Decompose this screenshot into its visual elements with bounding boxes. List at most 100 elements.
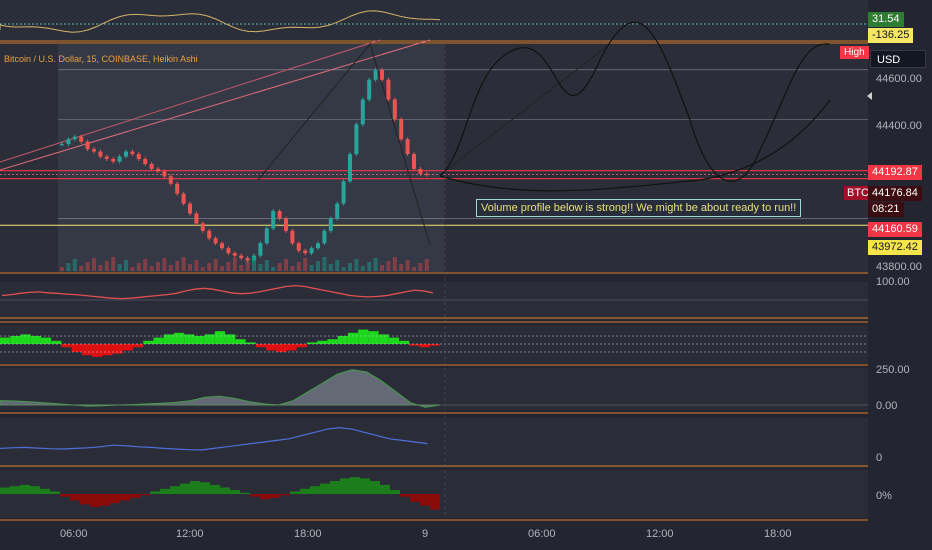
histogram-bar bbox=[286, 344, 297, 351]
candle-body bbox=[79, 136, 84, 142]
histogram-bar bbox=[235, 339, 246, 344]
histogram-2-bar bbox=[310, 486, 320, 494]
candle-body bbox=[303, 250, 308, 254]
volume-bar bbox=[60, 267, 64, 271]
histogram-2-bar bbox=[10, 486, 20, 494]
histogram-2-bar bbox=[20, 484, 30, 494]
axis-label: 0.00 bbox=[876, 400, 898, 412]
candle-body bbox=[136, 154, 141, 159]
volume-bar bbox=[111, 257, 116, 271]
candle-body bbox=[316, 243, 320, 249]
candle-body bbox=[322, 230, 327, 244]
volume-bar bbox=[412, 267, 416, 271]
collapse-arrow-icon[interactable] bbox=[867, 92, 872, 100]
time-label: 18:00 bbox=[294, 528, 322, 540]
volume-bar bbox=[245, 261, 250, 271]
histogram-bar bbox=[368, 331, 379, 344]
candle-body bbox=[360, 99, 365, 125]
candle-body bbox=[98, 151, 103, 157]
candle-body bbox=[92, 149, 96, 152]
histogram-bar bbox=[296, 344, 307, 348]
volume-bar bbox=[316, 261, 320, 271]
currency-button[interactable]: USD bbox=[870, 50, 926, 68]
momentum-panel bbox=[0, 368, 868, 410]
volume-bar bbox=[175, 261, 180, 271]
candle-body bbox=[309, 248, 314, 254]
candle-body bbox=[207, 230, 212, 239]
volume-bar bbox=[252, 257, 256, 271]
candle-body bbox=[156, 168, 160, 172]
price-label: -136.25 bbox=[868, 28, 914, 43]
candle-body bbox=[162, 171, 167, 177]
candle-body bbox=[130, 151, 135, 155]
candle-body bbox=[149, 163, 154, 169]
histogram-bar bbox=[102, 344, 113, 356]
histogram-bar bbox=[245, 342, 256, 344]
candle-body bbox=[117, 156, 122, 162]
candle-body bbox=[424, 173, 429, 175]
candle-body bbox=[175, 183, 180, 194]
volume-bar bbox=[424, 259, 429, 271]
candle-body bbox=[124, 151, 128, 157]
candle-body bbox=[168, 176, 173, 184]
candle-body bbox=[104, 156, 109, 159]
histogram-bar bbox=[40, 337, 52, 344]
volume-bar bbox=[360, 266, 365, 271]
price-label: 31.54 bbox=[868, 12, 904, 27]
candle-body bbox=[200, 223, 205, 231]
candle-body bbox=[380, 69, 384, 80]
chart-canvas[interactable] bbox=[0, 0, 932, 550]
histogram-bar bbox=[399, 340, 410, 344]
histogram-2-bar bbox=[260, 494, 270, 500]
volume-bar bbox=[354, 259, 359, 271]
candle-body bbox=[341, 181, 346, 204]
histogram-bar bbox=[317, 340, 328, 344]
price-label: 44160.59 bbox=[868, 222, 922, 237]
histogram-bar bbox=[337, 336, 348, 344]
volume-bar bbox=[207, 263, 212, 271]
histogram-2-bar bbox=[160, 488, 170, 494]
annotation-note[interactable]: Volume profile below is strong!! We migh… bbox=[476, 199, 802, 217]
histogram-2-bar bbox=[370, 481, 380, 494]
histogram-2-bar bbox=[80, 494, 90, 505]
volume-bar bbox=[104, 261, 109, 271]
volume-bar bbox=[181, 257, 186, 271]
focus-region bbox=[58, 44, 444, 272]
histogram-2-bar bbox=[330, 481, 340, 494]
candle-body bbox=[220, 243, 224, 249]
candle-body bbox=[354, 124, 359, 155]
volume-bar bbox=[399, 264, 404, 271]
histogram-2-bar bbox=[390, 490, 400, 494]
volume-bar bbox=[264, 260, 269, 271]
volume-bar bbox=[277, 263, 282, 271]
candle-body bbox=[232, 253, 237, 256]
histogram-bar bbox=[30, 336, 41, 344]
candle-body bbox=[335, 203, 340, 219]
histogram-2-bar bbox=[170, 486, 180, 494]
histogram-2-bar bbox=[410, 494, 420, 502]
volume-bar bbox=[232, 258, 237, 271]
histogram-2-bar bbox=[430, 494, 440, 510]
candle-body bbox=[143, 159, 148, 164]
histogram-bar bbox=[51, 340, 62, 344]
volume-bar bbox=[136, 263, 141, 271]
histogram-2-bar bbox=[270, 494, 280, 498]
volume-bar bbox=[309, 265, 314, 271]
volume-bar bbox=[194, 260, 199, 271]
volume-bar bbox=[380, 265, 384, 271]
histogram-bar bbox=[358, 329, 369, 344]
axis-label: 250.00 bbox=[876, 364, 910, 376]
histogram-bar bbox=[61, 344, 72, 348]
volume-bar bbox=[239, 265, 244, 271]
histogram-bar bbox=[10, 336, 21, 344]
time-label: 12:00 bbox=[646, 528, 674, 540]
time-label: 18:00 bbox=[764, 528, 792, 540]
volume-bar bbox=[271, 267, 276, 271]
candle-body bbox=[111, 159, 116, 162]
volume-bar bbox=[168, 265, 173, 271]
chart-stage: Bitcoin / U.S. Dollar, 15, COINBASE, Hei… bbox=[0, 0, 932, 550]
histogram-bar bbox=[0, 337, 11, 344]
histogram-bar bbox=[122, 344, 134, 351]
histogram-bar bbox=[153, 337, 164, 344]
top-panel bbox=[0, 0, 868, 40]
